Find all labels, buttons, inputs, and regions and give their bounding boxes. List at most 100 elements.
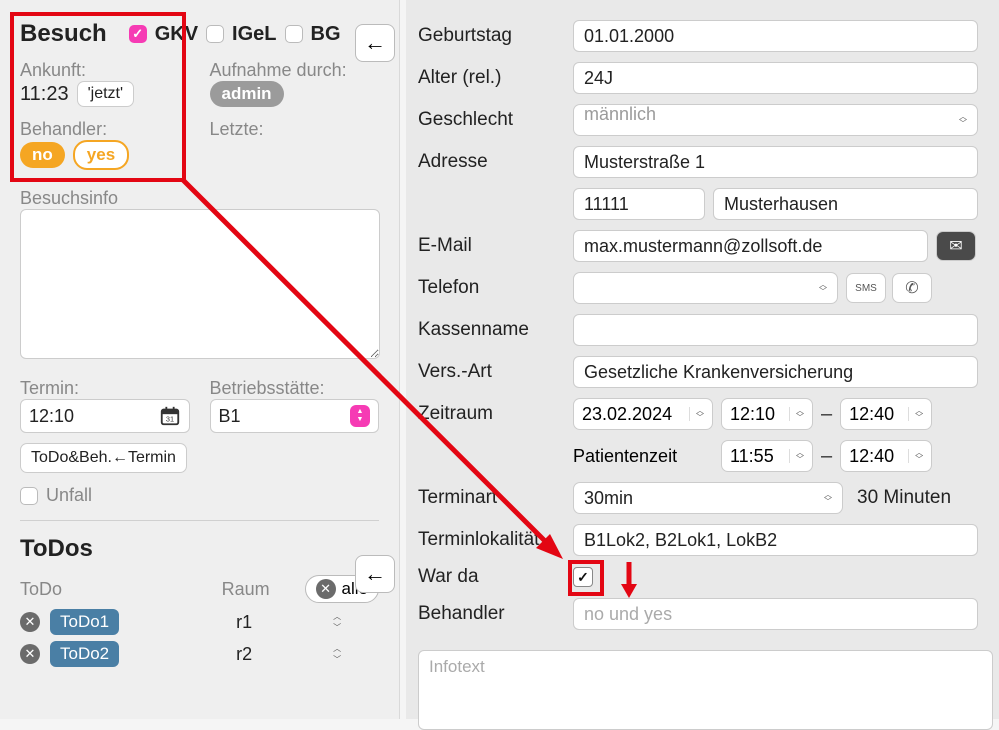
kasse-label: Kassenname <box>418 319 573 341</box>
collapse-mid-button[interactable]: ← <box>355 555 395 593</box>
annotation-arrow-down-icon <box>614 560 644 600</box>
patientenzeit-to-input[interactable]: 12:40 <box>840 440 932 472</box>
raum1-cell: r1 <box>199 612 289 633</box>
zeitraum-date-input[interactable]: 23.02.2024 <box>573 398 713 430</box>
termin-label: Termin: <box>20 378 190 399</box>
todos-title: ToDos <box>20 535 379 563</box>
betrieb-select[interactable]: B1 <box>210 399 380 433</box>
terminart-select[interactable]: 30min <box>573 482 843 514</box>
stepper-icon <box>789 407 804 421</box>
divider <box>20 520 379 521</box>
betrieb-stepper-icon[interactable] <box>350 405 370 427</box>
birthday-label: Geburtstag <box>418 25 573 47</box>
warda-label: War da <box>418 566 573 588</box>
zeitraum-to-input[interactable]: 12:40 <box>840 398 932 430</box>
arrival-label: Ankunft: <box>20 60 190 81</box>
besuchsinfo-textarea[interactable] <box>20 209 380 359</box>
zeitraum-from-value: 12:10 <box>730 404 775 425</box>
now-button[interactable]: 'jetzt' <box>77 81 134 107</box>
behandler-right-input[interactable] <box>573 598 978 630</box>
behandler-label: Behandler: <box>20 119 190 140</box>
chevron-updown-icon <box>819 281 827 295</box>
behandler-right-label: Behandler <box>418 603 573 625</box>
zeitraum-from-input[interactable]: 12:10 <box>721 398 813 430</box>
telefon-select[interactable] <box>573 272 838 304</box>
raum-column-label: Raum <box>207 579 285 600</box>
adresse-street-input[interactable] <box>573 146 978 178</box>
raum1-stepper[interactable] <box>329 611 345 633</box>
terminart-label: Terminart <box>418 487 573 509</box>
delete-todo2-icon[interactable]: ✕ <box>20 644 40 664</box>
phone-icon-button[interactable]: ✆ <box>892 273 932 303</box>
checkbox-gkv-label: GKV <box>155 23 198 46</box>
close-icon: ✕ <box>316 579 336 599</box>
zeitraum-to-value: 12:40 <box>849 404 894 425</box>
kasse-input[interactable] <box>573 314 978 346</box>
mail-icon-button[interactable]: ✉ <box>936 231 976 261</box>
alter-input[interactable] <box>573 62 978 94</box>
stepper-icon <box>908 449 923 463</box>
terminart-value: 30min <box>584 488 633 509</box>
betrieb-label: Betriebsstätte: <box>210 378 380 399</box>
stepper-icon <box>789 449 804 463</box>
todo-row: ✕ ToDo2 r2 <box>20 641 379 667</box>
arrival-time: 11:23 <box>20 83 69 106</box>
svg-text:31: 31 <box>165 415 173 424</box>
checkbox-bg-label: BG <box>311 23 341 46</box>
birthday-input[interactable] <box>573 20 978 52</box>
behandler-no-badge[interactable]: no <box>20 142 65 168</box>
chevron-updown-icon <box>959 113 967 127</box>
checkbox-bg[interactable] <box>285 25 303 43</box>
stepper-icon <box>908 407 923 421</box>
todo-beh-termin-button[interactable]: ToDo&Beh.←Termin <box>20 443 187 473</box>
adresse-label: Adresse <box>418 151 573 173</box>
besuchsinfo-label: Besuchsinfo <box>20 188 379 209</box>
geschlecht-select[interactable]: männlich <box>573 104 978 136</box>
adresse-ort-input[interactable] <box>713 188 978 220</box>
calendar-icon[interactable]: 31 <box>159 405 181 427</box>
email-label: E-Mail <box>418 235 573 257</box>
versart-label: Vers.-Art <box>418 361 573 383</box>
sms-icon-button[interactable]: SMS <box>846 273 886 303</box>
todo1-tag[interactable]: ToDo1 <box>50 609 119 635</box>
telefon-label: Telefon <box>418 277 573 299</box>
terminlok-input[interactable] <box>573 524 978 556</box>
zeitraum-label: Zeitraum <box>418 403 573 425</box>
betrieb-value: B1 <box>219 406 241 427</box>
patientenzeit-label: Patientenzeit <box>573 446 713 467</box>
warda-checkbox[interactable] <box>573 567 593 587</box>
geschlecht-label: Geschlecht <box>418 109 573 131</box>
geschlecht-value: männlich <box>584 104 656 136</box>
raum2-cell: r2 <box>199 644 289 665</box>
alter-label: Alter (rel.) <box>418 67 573 89</box>
termin-time-value: 12:10 <box>29 406 74 427</box>
behandler-yes-badge[interactable]: yes <box>73 140 129 170</box>
unfall-label: Unfall <box>46 485 92 506</box>
checkbox-unfall[interactable] <box>20 487 38 505</box>
delete-todo1-icon[interactable]: ✕ <box>20 612 40 632</box>
checkbox-igel[interactable] <box>206 25 224 43</box>
todo2-tag[interactable]: ToDo2 <box>50 641 119 667</box>
terminlok-label: Terminlokalität <box>418 529 573 551</box>
letzte-label: Letzte: <box>210 119 380 140</box>
aufnahme-label: Aufnahme durch: <box>210 60 380 81</box>
dash: – <box>821 445 832 468</box>
checkbox-gkv[interactable] <box>129 25 147 43</box>
versart-input[interactable] <box>573 356 978 388</box>
infotext-placeholder: Infotext <box>429 657 485 676</box>
collapse-top-button[interactable]: ← <box>355 24 395 62</box>
patientenzeit-to-value: 12:40 <box>849 446 894 467</box>
adresse-plz-input[interactable] <box>573 188 705 220</box>
email-input[interactable] <box>573 230 928 262</box>
chevron-updown-icon <box>824 491 832 505</box>
checkbox-igel-label: IGeL <box>232 23 276 46</box>
termin-time-input[interactable]: 12:10 31 <box>20 399 190 433</box>
todo-row: ✕ ToDo1 r1 <box>20 609 379 635</box>
infotext-textarea[interactable]: Infotext <box>418 650 993 730</box>
dash: – <box>821 403 832 426</box>
patientenzeit-from-value: 11:55 <box>730 446 774 467</box>
raum2-stepper[interactable] <box>329 643 345 665</box>
todo-column-label: ToDo <box>20 579 115 600</box>
stepper-icon <box>689 407 704 421</box>
patientenzeit-from-input[interactable]: 11:55 <box>721 440 813 472</box>
